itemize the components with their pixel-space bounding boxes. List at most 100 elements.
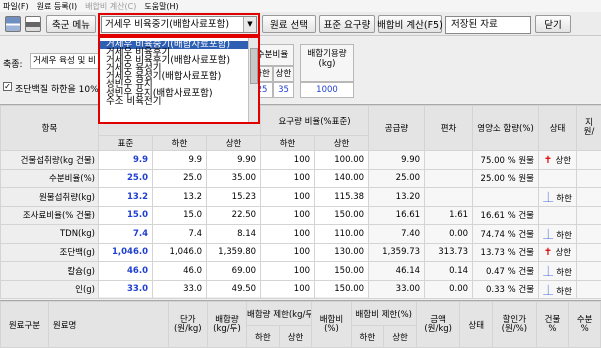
menu-ingredient-register[interactable]: 원료 등록(I) bbox=[37, 1, 78, 12]
std-value[interactable]: 1,046.0 bbox=[98, 242, 153, 262]
row-label: 조사료비율(% 건물) bbox=[0, 205, 99, 225]
ratio-low-value[interactable]: 100 bbox=[260, 150, 316, 170]
high-value[interactable]: 8.14 bbox=[205, 224, 262, 244]
ratio-high-value[interactable]: 130.00 bbox=[314, 242, 370, 262]
ratio-low-value[interactable]: 100 bbox=[260, 261, 316, 281]
status-text: 상한 bbox=[555, 248, 572, 259]
extra-cell bbox=[576, 279, 601, 299]
std-value[interactable]: 15.0 bbox=[98, 205, 153, 225]
dropdown-scrollbar[interactable] bbox=[248, 38, 258, 122]
checkbox-icon[interactable]: ✓ bbox=[3, 82, 12, 91]
table-row[interactable]: 건물섭취량(kg 건물) 9.9 9.9 9.90 100 100.00 9.90 75.00… bbox=[0, 150, 601, 170]
std-value[interactable]: 13.2 bbox=[98, 187, 153, 207]
col-ingredient-name: 원료명 bbox=[47, 301, 169, 348]
supply-value: 9.90 bbox=[368, 150, 426, 170]
moisture-upper-header: 상한 bbox=[273, 66, 294, 82]
row-label: 인(g) bbox=[0, 279, 99, 299]
ratio-low-value[interactable]: 100 bbox=[260, 279, 316, 299]
ingredient-select-button[interactable]: 원료 선택 bbox=[262, 15, 316, 33]
col-discount: 할인가 (원/%) bbox=[492, 301, 537, 348]
ratio-high-value[interactable]: 100.00 bbox=[314, 150, 370, 170]
low-value[interactable]: 13.2 bbox=[152, 187, 207, 207]
species-field[interactable]: 거세우 육성 및 비 bbox=[30, 53, 100, 69]
table-row[interactable]: 칼슘(g) 46.0 46.0 69.00 100 150.00 46.14 0.14 0.47… bbox=[0, 261, 601, 281]
standard-requirement-button[interactable]: 표준 요구량 bbox=[319, 15, 375, 33]
supply-value: 16.61 bbox=[368, 205, 426, 225]
high-value[interactable]: 15.23 bbox=[205, 187, 262, 207]
upper-limit-icon: ✝ bbox=[543, 247, 556, 259]
status-cell: ✝ 상한 bbox=[538, 242, 578, 262]
status-cell: ✝ 상한 bbox=[538, 150, 578, 170]
formula-calc-button[interactable]: 배합비 계산(F5) bbox=[377, 15, 443, 33]
table-row[interactable]: 인(g) 33.0 33.0 49.50 100 150.00 33.00 0.00 0.33 … bbox=[0, 279, 601, 299]
table-row[interactable]: 원물섭취량(kg) 13.2 13.2 15.23 100 115.38 13.20 ⏊ 하한 bbox=[0, 187, 601, 207]
col-ratio-limit-high: 상한 bbox=[383, 325, 417, 348]
print-icon[interactable] bbox=[25, 16, 41, 32]
ratio-high-value[interactable]: 140.00 bbox=[314, 168, 370, 188]
ratio-high-value[interactable]: 110.00 bbox=[314, 224, 370, 244]
std-value[interactable]: 33.0 bbox=[98, 279, 153, 299]
std-value[interactable]: 9.9 bbox=[98, 150, 153, 170]
std-value[interactable]: 46.0 bbox=[98, 261, 153, 281]
extra-cell bbox=[576, 224, 601, 244]
low-value[interactable]: 15.0 bbox=[152, 205, 207, 225]
save-icon[interactable] bbox=[5, 16, 21, 32]
low-value[interactable]: 46.0 bbox=[152, 261, 207, 281]
col-mix-limit-low: 하한 bbox=[246, 325, 280, 348]
ratio-low-value[interactable]: 100 bbox=[260, 224, 316, 244]
std-value[interactable]: 25.0 bbox=[98, 168, 153, 188]
moisture-upper-input[interactable]: 35 bbox=[273, 82, 294, 98]
deviation-value: 313.73 bbox=[424, 242, 474, 262]
ratio-low-value[interactable]: 100 bbox=[260, 242, 316, 262]
feed-group-dropdown[interactable]: 거세우 비육중기(배합사료포함) 거세우 비육후기 거세우 비육후기(배합사료포… bbox=[98, 36, 260, 124]
upper-limit-icon: ✝ bbox=[543, 154, 556, 166]
saved-data-field[interactable]: 저장된 자료 bbox=[445, 16, 531, 34]
low-value[interactable]: 33.0 bbox=[152, 279, 207, 299]
table-row[interactable]: 조단백(g) 1,046.0 1,046.0 1,359.80 100 130.00 1,3… bbox=[0, 242, 601, 262]
ratio-high-value[interactable]: 115.38 bbox=[314, 187, 370, 207]
table-row[interactable]: 조사료비율(% 건물) 15.0 15.0 22.50 100 150.00 16.61 1.… bbox=[0, 205, 601, 225]
low-value[interactable]: 1,046.0 bbox=[152, 242, 207, 262]
status-text: 하한 bbox=[556, 286, 572, 297]
col-ingredient-type: 원료구분 bbox=[0, 301, 49, 348]
low-value[interactable]: 25.0 bbox=[152, 168, 207, 188]
menu-help[interactable]: 도움말(H) bbox=[144, 1, 178, 12]
high-value[interactable]: 1,359.80 bbox=[205, 242, 262, 262]
table-row[interactable]: 수분비율(%) 25.0 25.0 35.00 100 140.00 25.00 25.00 … bbox=[0, 168, 601, 188]
content-value: 16.61 % 건물 bbox=[472, 205, 540, 225]
close-button[interactable]: 닫기 bbox=[535, 15, 571, 33]
col-moisture: 수분 % bbox=[568, 301, 601, 348]
col-amount: 금액 (원/kg) bbox=[415, 301, 461, 348]
dropdown-option[interactable]: 수소 비육전기 bbox=[100, 96, 258, 106]
high-value[interactable]: 9.90 bbox=[205, 150, 262, 170]
high-value[interactable]: 69.00 bbox=[205, 261, 262, 281]
high-value[interactable]: 49.50 bbox=[205, 279, 262, 299]
std-value[interactable]: 7.4 bbox=[98, 224, 153, 244]
col-rhigh-header: 상한 bbox=[314, 135, 370, 151]
deviation-value bbox=[424, 150, 474, 170]
status-cell: ⏊ 하한 bbox=[538, 279, 578, 299]
table-row[interactable]: TDN(kg) 7.4 7.4 8.14 100 110.00 7.40 0.00 74.74 … bbox=[0, 224, 601, 244]
supply-value: 1,359.73 bbox=[368, 242, 426, 262]
lower-limit-icon: ⏊ bbox=[543, 230, 557, 242]
supply-value: 33.00 bbox=[368, 279, 426, 299]
ratio-low-value[interactable]: 100 bbox=[260, 187, 316, 207]
scrollbar-thumb[interactable] bbox=[250, 48, 258, 84]
status-text: 하한 bbox=[556, 268, 572, 279]
extra-cell bbox=[576, 187, 601, 207]
menu-calc[interactable]: 배합비 계산(C) bbox=[85, 1, 136, 12]
protein-lower-check-label: 조단백질 하한을 10% bbox=[15, 85, 99, 95]
ratio-high-value[interactable]: 150.00 bbox=[314, 261, 370, 281]
ratio-high-value[interactable]: 150.00 bbox=[314, 279, 370, 299]
high-value[interactable]: 35.00 bbox=[205, 168, 262, 188]
ratio-low-value[interactable]: 100 bbox=[260, 205, 316, 225]
low-value[interactable]: 7.4 bbox=[152, 224, 207, 244]
feeder-capacity-input[interactable]: 1000 bbox=[300, 82, 354, 98]
menu-file[interactable]: 파일(F) bbox=[3, 1, 29, 12]
low-value[interactable]: 9.9 bbox=[152, 150, 207, 170]
extra-cell bbox=[576, 150, 601, 170]
ratio-high-value[interactable]: 150.00 bbox=[314, 205, 370, 225]
ratio-low-value[interactable]: 100 bbox=[260, 168, 316, 188]
high-value[interactable]: 22.50 bbox=[205, 205, 262, 225]
feed-menu-button[interactable]: 축군 메뉴 bbox=[46, 15, 96, 33]
